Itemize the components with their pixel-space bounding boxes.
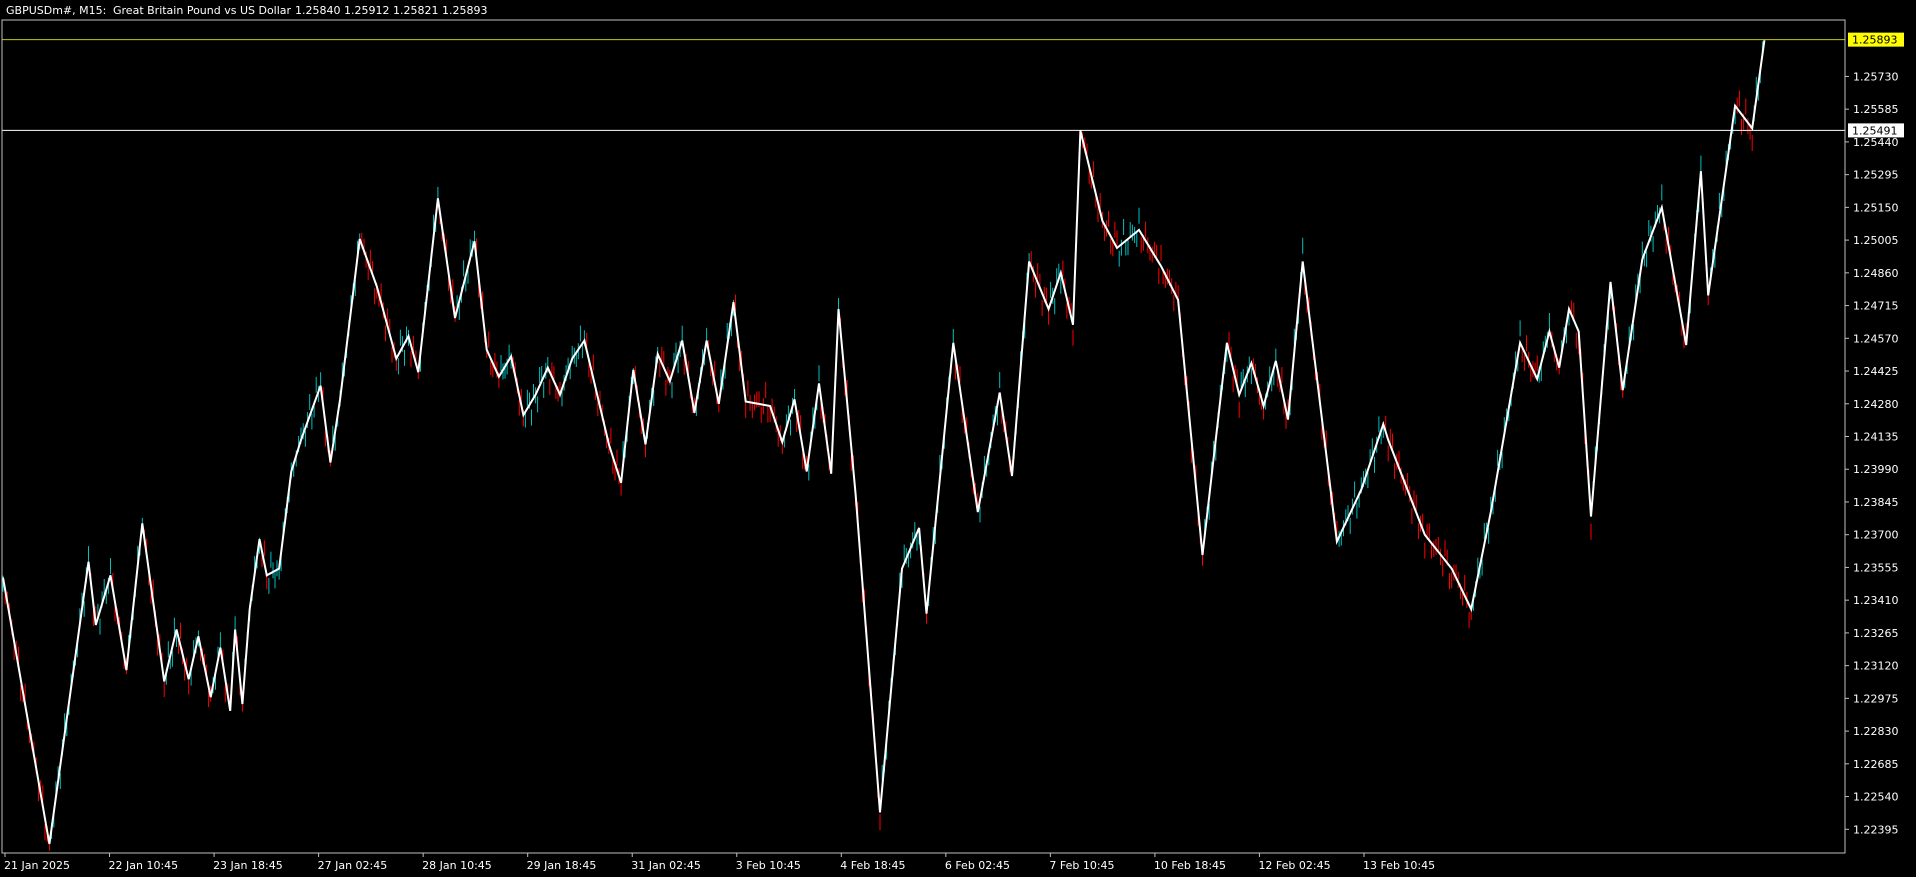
time-tick-label: 4 Feb 18:45	[840, 859, 905, 872]
time-tick-label: 7 Feb 10:45	[1049, 859, 1114, 872]
plot-background	[0, 0, 1916, 877]
price-tick-label: 1.22685	[1853, 758, 1899, 771]
price-chart[interactable]: 1.25730 1.25585 1.25440 1.25295 1.25150 1.250…	[0, 0, 1916, 877]
price-tick-label: 1.22540	[1853, 791, 1899, 804]
price-tick-label: 1.22830	[1853, 725, 1899, 738]
price-tick-label: 1.22395	[1853, 823, 1899, 836]
time-tick-label: 31 Jan 02:45	[631, 859, 701, 872]
price-tick-label: 1.24715	[1853, 300, 1899, 313]
time-tick-label: 21 Jan 2025	[4, 859, 70, 872]
time-tick-label: 29 Jan 18:45	[527, 859, 597, 872]
time-tick-label: 3 Feb 10:45	[736, 859, 801, 872]
price-tick-label: 1.25730	[1853, 70, 1899, 83]
time-tick-label: 6 Feb 02:45	[945, 859, 1010, 872]
price-tick-label: 1.23410	[1853, 594, 1899, 607]
price-tick-label: 1.23990	[1853, 463, 1899, 476]
price-tick-label: 1.22975	[1853, 692, 1899, 705]
time-tick-label: 12 Feb 02:45	[1258, 859, 1330, 872]
chart-window: 1.25730 1.25585 1.25440 1.25295 1.25150 1.250…	[0, 0, 1916, 877]
time-tick-label: 28 Jan 10:45	[422, 859, 492, 872]
time-tick-label: 10 Feb 18:45	[1154, 859, 1226, 872]
price-tick-label: 1.24425	[1853, 365, 1899, 378]
time-tick-label: 23 Jan 18:45	[213, 859, 283, 872]
price-tick-label: 1.24135	[1853, 431, 1899, 444]
symbol-description: Great Britain Pound vs US Dollar	[113, 4, 292, 17]
chart-header: GBPUSDm#, M15: Great Britain Pound vs US…	[6, 4, 487, 17]
price-tick-label: 1.25295	[1853, 169, 1899, 182]
price-tick-label: 1.24570	[1853, 332, 1899, 345]
ohlc-values: 1.25840 1.25912 1.25821 1.25893	[295, 4, 487, 17]
level-price-label: 1.25491	[1852, 124, 1898, 137]
price-tick-label: 1.25005	[1853, 234, 1899, 247]
price-tick-label: 1.23555	[1853, 561, 1899, 574]
current-price-label: 1.25893	[1852, 34, 1898, 47]
price-tick-label: 1.23845	[1853, 496, 1899, 509]
time-tick-label: 22 Jan 10:45	[109, 859, 179, 872]
price-tick-label: 1.24860	[1853, 267, 1899, 280]
time-tick-label: 13 Feb 10:45	[1363, 859, 1435, 872]
price-tick-label: 1.23265	[1853, 627, 1899, 640]
symbol-timeframe: GBPUSDm#, M15:	[6, 4, 106, 17]
price-tick-label: 1.23700	[1853, 529, 1899, 542]
time-tick-label: 27 Jan 02:45	[318, 859, 388, 872]
price-tick-label: 1.23120	[1853, 660, 1899, 673]
price-tick-label: 1.24280	[1853, 398, 1899, 411]
price-tick-label: 1.25150	[1853, 201, 1899, 214]
price-tick-label: 1.25585	[1853, 103, 1899, 116]
price-tick-label: 1.25440	[1853, 136, 1899, 149]
